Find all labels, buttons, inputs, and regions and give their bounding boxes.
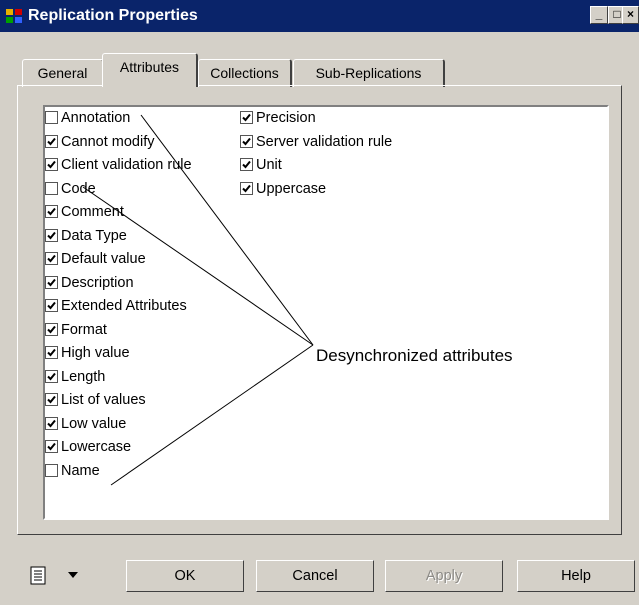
property-menu-button[interactable] (30, 564, 90, 588)
ok-button[interactable]: OK (126, 560, 244, 592)
property-menu-icon (30, 566, 46, 585)
dropdown-arrow-icon (68, 572, 78, 578)
callout-lines (82, 114, 314, 486)
callout-label: Desynchronized attributes (316, 346, 513, 365)
cancel-button[interactable]: Cancel (256, 560, 374, 592)
help-button[interactable]: Help (517, 560, 635, 592)
ok-label: OK (174, 568, 196, 584)
tab-attributes-label: Attributes (119, 59, 180, 75)
help-label: Help (561, 568, 591, 584)
apply-label: Apply (425, 568, 463, 584)
apply-button[interactable]: Apply (385, 560, 503, 592)
tab-attributes[interactable]: Attributes (102, 53, 198, 87)
cancel-label: Cancel (292, 568, 338, 584)
